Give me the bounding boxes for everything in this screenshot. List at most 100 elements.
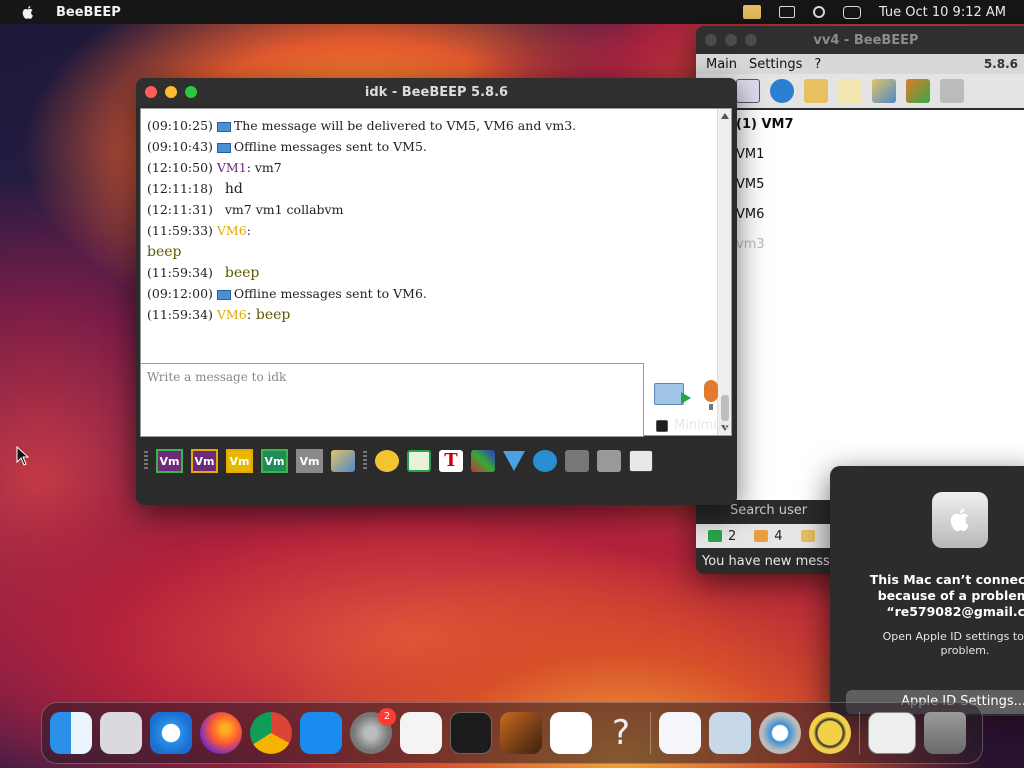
- open-chat-icon[interactable]: [804, 79, 828, 103]
- sender-name[interactable]: VM6: [217, 223, 247, 238]
- chat-message: beep: [147, 244, 182, 260]
- filter-icon[interactable]: [503, 451, 525, 471]
- menu-clock[interactable]: Tue Oct 10 9:12 AM: [879, 5, 1006, 20]
- chat-message: (09:10:25) The message will be delivered …: [147, 118, 577, 133]
- screen-mirroring-icon[interactable]: [778, 6, 795, 18]
- dock-help-icon[interactable]: ?: [600, 712, 642, 754]
- dock-separator: [650, 712, 651, 754]
- main-window-titlebar: vv4 - BeeBEEP: [696, 26, 1024, 54]
- online-count[interactable]: 2: [708, 529, 736, 544]
- dock-textedit-icon[interactable]: [400, 712, 442, 754]
- dock-preview-icon[interactable]: [709, 712, 751, 754]
- microphone-icon[interactable]: [704, 380, 718, 410]
- users-icon: [754, 530, 769, 542]
- file-transfer-icon[interactable]: [906, 79, 930, 103]
- vm-button-3[interactable]: Vm: [226, 449, 253, 473]
- toolbar-grip-icon[interactable]: [144, 451, 148, 471]
- vm-button-4[interactable]: Vm: [261, 449, 288, 473]
- chat-toolbar: Vm Vm Vm Vm Vm T: [140, 443, 732, 479]
- control-center-icon[interactable]: [842, 5, 861, 19]
- font-icon[interactable]: T: [439, 450, 463, 472]
- notes-icon[interactable]: [597, 450, 621, 472]
- envelope-icon: [216, 142, 231, 153]
- vm-button-1[interactable]: Vm: [156, 449, 183, 473]
- dock-app-store-icon[interactable]: [300, 712, 342, 754]
- zoom-button[interactable]: [185, 86, 197, 98]
- dock-freeform-icon[interactable]: [659, 712, 701, 754]
- beebeep-status-icon[interactable]: [742, 5, 761, 19]
- dock-garageband-icon[interactable]: [500, 712, 542, 754]
- main-toolbar: [696, 74, 1024, 108]
- apple-logo-icon: [932, 492, 988, 548]
- chat-icon: [708, 530, 722, 542]
- dock-trash-icon[interactable]: [924, 712, 966, 754]
- chat-message: (11:59:34) beep: [147, 265, 260, 281]
- dock-firefox-icon[interactable]: [200, 712, 242, 754]
- minimize-toggle[interactable]: Minimize: [656, 418, 732, 433]
- dock-separator: [859, 712, 860, 754]
- menu-settings[interactable]: Settings: [749, 57, 802, 72]
- user-item-vm5[interactable]: VM5: [732, 170, 1024, 200]
- chat-message: (09:10:43) Offline messages sent to VM5.: [147, 139, 427, 154]
- document-icon[interactable]: [629, 450, 653, 472]
- minimize-checkbox[interactable]: [656, 419, 668, 432]
- apple-icon[interactable]: [20, 4, 36, 20]
- plugins-icon[interactable]: [872, 79, 896, 103]
- alert-body: Open Apple ID settings to this problem.: [882, 630, 1024, 657]
- minimize-button[interactable]: [165, 86, 177, 98]
- user-item-vm7[interactable]: (1) VM7: [732, 110, 1024, 140]
- trash-icon[interactable]: [940, 79, 964, 103]
- close-button[interactable]: [145, 86, 157, 98]
- minimize-button[interactable]: [725, 34, 737, 46]
- edit-profile-icon[interactable]: [736, 79, 760, 103]
- dock-terminal-icon[interactable]: [450, 712, 492, 754]
- apple-id-alert: This Mac can’t connect to because of a p…: [830, 466, 1024, 716]
- dock: 2 ?: [41, 702, 983, 764]
- chat-members-icon[interactable]: [331, 450, 355, 472]
- message-input[interactable]: Write a message to idk: [140, 363, 644, 437]
- send-area: Minimize: [648, 378, 734, 438]
- write-message-icon[interactable]: [838, 79, 862, 103]
- active-app-name[interactable]: BeeBEEP: [56, 5, 121, 20]
- group-icon[interactable]: [800, 530, 815, 542]
- dock-screenshot-icon[interactable]: [868, 712, 916, 754]
- send-message-icon[interactable]: [654, 383, 691, 405]
- dock-vscode-icon[interactable]: [550, 712, 592, 754]
- spellcheck-icon[interactable]: [565, 450, 589, 472]
- chat-message: (11:59:33) VM6:: [147, 223, 251, 238]
- chat-message: (12:11:31) vm7 vm1 collabvm: [147, 202, 344, 217]
- dock-quicktime-icon[interactable]: [759, 712, 801, 754]
- sender-name[interactable]: VM1: [217, 160, 247, 175]
- zoom-button[interactable]: [745, 34, 757, 46]
- chat-message: (12:11:18) hd: [147, 181, 243, 197]
- dock-beebeep-icon[interactable]: [809, 712, 851, 754]
- chat-window-title: idk - BeeBEEP 5.8.6: [364, 84, 509, 100]
- close-button[interactable]: [705, 34, 717, 46]
- vm-button-5[interactable]: Vm: [296, 449, 323, 473]
- chat-message: (09:12:00) Offline messages sent to VM6.: [147, 286, 427, 301]
- toolbar-grip-icon[interactable]: [363, 451, 367, 471]
- chat-window-titlebar: idk - BeeBEEP 5.8.6: [136, 78, 737, 106]
- chat-message: (11:59:34) VM6: beep: [147, 307, 291, 323]
- scroll-up-arrow-icon[interactable]: [721, 113, 729, 119]
- vm-button-2[interactable]: Vm: [191, 449, 218, 473]
- dock-system-settings-icon[interactable]: 2: [350, 708, 396, 754]
- dock-launchpad-icon[interactable]: [100, 712, 142, 754]
- send-file-icon[interactable]: [407, 450, 431, 472]
- dock-chrome-icon[interactable]: [250, 712, 292, 754]
- users-count[interactable]: 4: [754, 529, 783, 544]
- user-item-vm1[interactable]: VM1: [732, 140, 1024, 170]
- settings-gears-icon[interactable]: [533, 450, 557, 472]
- user-item-vm6[interactable]: VM6: [732, 200, 1024, 230]
- user-item-vm3[interactable]: vm3: [732, 230, 1024, 260]
- spotlight-search-icon[interactable]: [812, 6, 825, 18]
- menu-main[interactable]: Main: [706, 57, 737, 72]
- network-icon[interactable]: [770, 79, 794, 103]
- dock-safari-icon[interactable]: [150, 712, 192, 754]
- menu-help[interactable]: ?: [814, 57, 821, 72]
- chat-message: (12:10:50) VM1: vm7: [147, 160, 282, 175]
- font-color-icon[interactable]: [471, 450, 495, 472]
- emoticon-icon[interactable]: [375, 450, 399, 472]
- sender-name[interactable]: VM6: [217, 307, 247, 322]
- dock-finder-icon[interactable]: [50, 712, 92, 754]
